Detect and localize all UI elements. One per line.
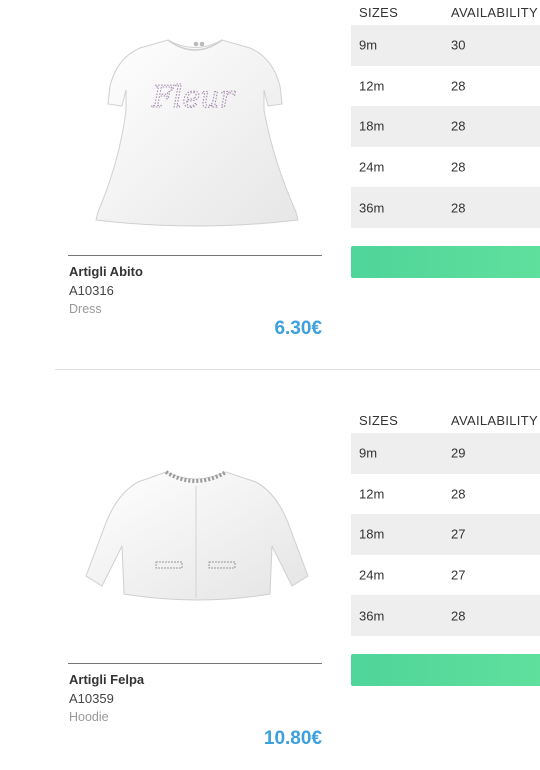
add-to-cart-button[interactable] — [351, 654, 540, 686]
product-price: 10.80€ — [263, 728, 322, 749]
product-card: Fleur Artigli Abito A10316 Dress 6.30€ S… — [0, 0, 540, 370]
availability-cell: 28 — [451, 486, 466, 502]
divider — [68, 255, 322, 256]
size-cell: 24m — [359, 159, 385, 175]
table-row[interactable]: 24m 27 — [351, 555, 540, 596]
size-cell: 12m — [359, 78, 385, 94]
tshirt-dress-illustration: Fleur — [95, 39, 299, 227]
product-info: Artigli Felpa A10359 Hoodie — [69, 670, 144, 727]
table-row[interactable]: 12m 28 — [351, 474, 540, 515]
product-card: Artigli Felpa A10359 Hoodie 10.80€ SIZES… — [0, 370, 540, 770]
header-sizes: SIZES — [359, 413, 399, 428]
size-cell: 12m — [359, 486, 385, 502]
table-row[interactable]: 9m 30 — [351, 25, 540, 66]
product-info: Artigli Abito A10316 Dress — [69, 262, 143, 319]
product-price: 6.30€ — [274, 318, 322, 339]
availability-cell: 28 — [451, 200, 466, 216]
add-to-cart-button[interactable] — [351, 246, 540, 278]
print-text: Fleur — [151, 80, 235, 115]
product-image-dress[interactable]: Fleur — [68, 0, 322, 240]
cardigan-illustration — [85, 470, 309, 601]
product-code: A10359 — [69, 691, 114, 706]
header-availability: AVAILABILITY — [451, 413, 538, 428]
availability-cell: 27 — [451, 526, 466, 542]
availability-cell: 27 — [451, 567, 466, 583]
table-row[interactable]: 9m 29 — [351, 433, 540, 474]
size-availability-table: SIZES AVAILABILITY 9m 29 12m 28 18m 27 2… — [351, 408, 540, 636]
product-name[interactable]: Artigli Felpa — [69, 670, 144, 689]
size-cell: 9m — [359, 445, 378, 461]
size-cell: 18m — [359, 526, 385, 542]
table-row[interactable]: 18m 28 — [351, 106, 540, 147]
product-category: Dress — [69, 302, 102, 316]
size-cell: 9m — [359, 37, 378, 53]
table-row[interactable]: 36m 28 — [351, 595, 540, 636]
table-header: SIZES AVAILABILITY — [351, 408, 540, 433]
table-row[interactable]: 12m 28 — [351, 66, 540, 107]
size-availability-table: SIZES AVAILABILITY 9m 30 12m 28 18m 28 2… — [351, 0, 540, 228]
divider — [68, 663, 322, 664]
product-image-hoodie[interactable] — [68, 410, 322, 650]
table-row[interactable]: 24m 28 — [351, 147, 540, 188]
size-cell: 36m — [359, 200, 385, 216]
availability-cell: 28 — [451, 118, 466, 134]
size-cell: 18m — [359, 118, 385, 134]
availability-cell: 28 — [451, 78, 466, 94]
availability-cell: 28 — [451, 608, 466, 624]
size-cell: 36m — [359, 608, 385, 624]
product-name[interactable]: Artigli Abito — [69, 262, 143, 281]
product-code: A10316 — [69, 283, 114, 298]
product-category: Hoodie — [69, 710, 109, 724]
header-sizes: SIZES — [359, 5, 399, 20]
table-row[interactable]: 36m 28 — [351, 187, 540, 228]
table-header: SIZES AVAILABILITY — [351, 0, 540, 25]
size-cell: 24m — [359, 567, 385, 583]
availability-cell: 30 — [451, 37, 466, 53]
table-row[interactable]: 18m 27 — [351, 514, 540, 555]
availability-cell: 28 — [451, 159, 466, 175]
header-availability: AVAILABILITY — [451, 5, 538, 20]
availability-cell: 29 — [451, 445, 466, 461]
